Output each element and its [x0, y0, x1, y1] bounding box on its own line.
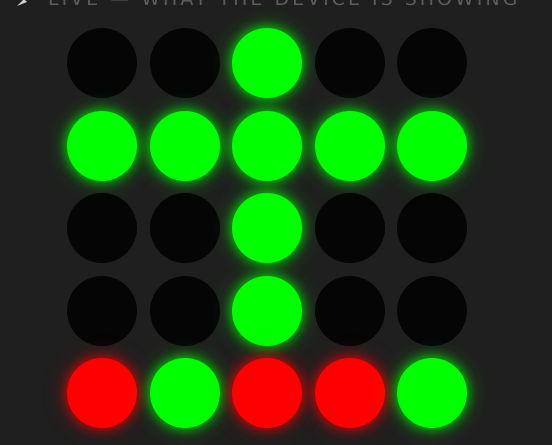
led-r1-c2-off	[149, 28, 220, 98]
led-r4-c4-off	[314, 275, 385, 346]
led-r2-c5-green	[397, 110, 467, 181]
device-preview-panel: LIVE — WHAT THE DEVICE IS SHOWING	[0, 0, 552, 445]
led-r4-c3-green	[232, 275, 302, 346]
panel-header: LIVE — WHAT THE DEVICE IS SHOWING	[14, 0, 520, 11]
led-r5-c2-green	[149, 358, 220, 428]
led-r5-c3-red	[232, 358, 302, 428]
led-r5-c4-red	[314, 358, 385, 428]
led-r3-c2-off	[149, 193, 220, 263]
led-r3-c3-green	[232, 193, 302, 263]
led-r4-c5-off	[397, 275, 467, 346]
led-r4-c1-off	[67, 275, 137, 346]
led-matrix	[67, 28, 467, 428]
led-r3-c1-off	[67, 193, 137, 263]
led-r3-c4-off	[314, 193, 385, 263]
led-r3-c5-off	[397, 193, 467, 263]
led-r5-c5-green	[397, 358, 467, 428]
panel-title: LIVE — WHAT THE DEVICE IS SHOWING	[48, 0, 520, 10]
broadcast-icon	[14, 0, 34, 9]
led-r2-c3-green	[232, 110, 302, 181]
led-r1-c1-off	[67, 28, 137, 98]
led-r2-c1-green	[67, 110, 137, 181]
led-r2-c4-green	[314, 110, 385, 181]
led-r5-c1-red	[67, 358, 137, 428]
led-r1-c3-green	[232, 28, 302, 98]
led-r1-c5-off	[397, 28, 467, 98]
led-r1-c4-off	[314, 28, 385, 98]
led-r2-c2-green	[149, 110, 220, 181]
led-r4-c2-off	[149, 275, 220, 346]
